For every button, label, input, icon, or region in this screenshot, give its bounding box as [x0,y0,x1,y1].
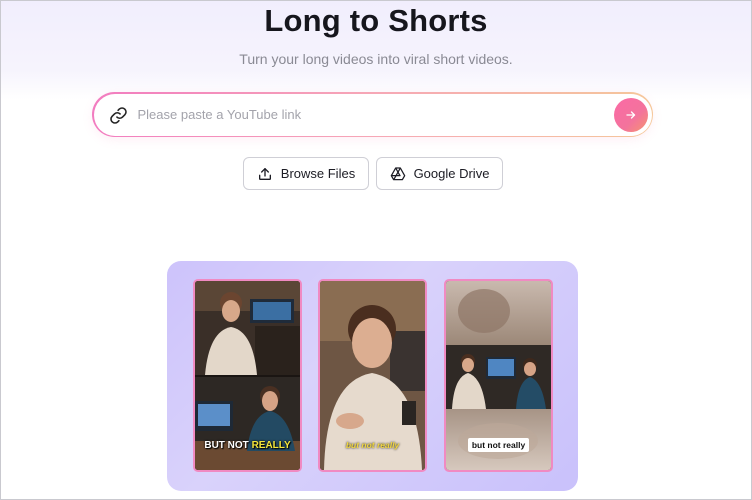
arrow-right-icon [625,110,635,119]
caption-frame-2: but not really [345,440,400,450]
caption-frame-1-highlight: REALLY [251,440,291,451]
preview-frame-closeup: but not really [318,279,427,472]
preview-frame-blur: but not really [444,279,553,472]
google-drive-button[interactable]: Google Drive [376,157,503,190]
page-subtitle: Turn your long videos into viral short v… [239,51,513,67]
caption-frame-3-text: but not really [467,438,530,452]
preview-frame-split: BUT NOT REALLY [193,279,302,472]
youtube-link-bar-inner [93,93,652,136]
youtube-link-input[interactable] [137,103,598,126]
caption-frame-3: but not really [446,435,551,453]
caption-frame-1-prefix: BUT NOT [204,440,252,451]
preview-card: BUT NOT REALLY but not really but not re… [167,261,578,491]
page-title: Long to Shorts [264,3,488,38]
browse-files-button[interactable]: Browse Files [243,157,369,190]
caption-frame-1: BUT NOT REALLY [195,440,300,451]
link-icon [109,106,127,124]
google-drive-label: Google Drive [413,166,490,181]
submit-link-button[interactable] [613,97,648,132]
upload-icon [258,167,271,180]
browse-files-label: Browse Files [280,166,356,181]
google-drive-icon [390,166,405,180]
youtube-link-bar [92,92,653,137]
